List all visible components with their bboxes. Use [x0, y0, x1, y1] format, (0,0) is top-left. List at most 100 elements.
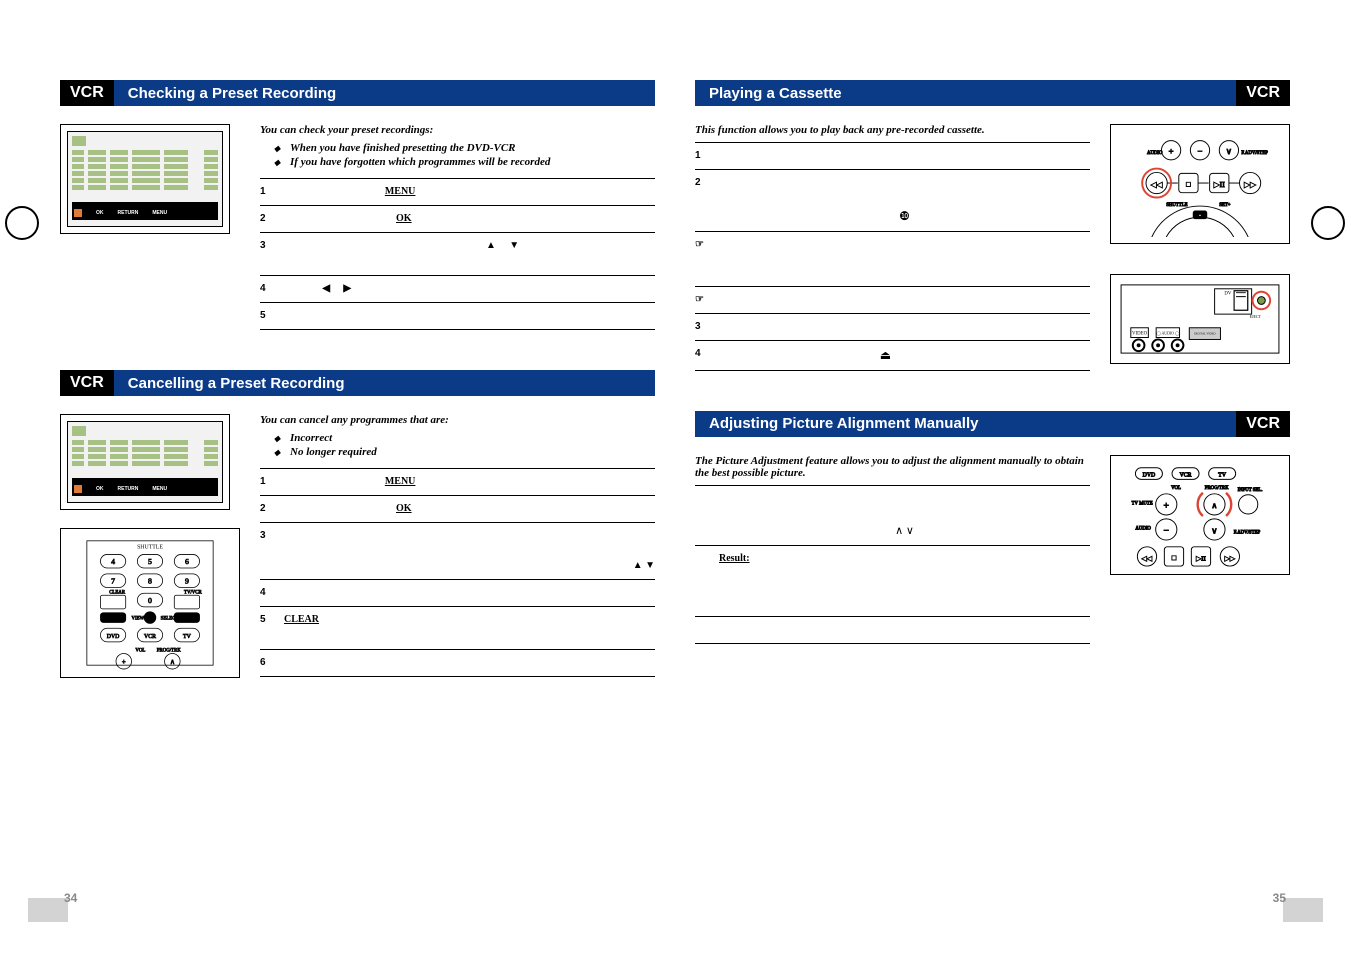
bullet: No longer required — [290, 446, 655, 458]
svg-text:■: ■ — [1171, 552, 1176, 562]
svg-text:TV/VCR: TV/VCR — [184, 590, 203, 595]
svg-text:+: + — [1169, 146, 1174, 156]
intro-alignment: The Picture Adjustment feature allows yo… — [695, 455, 1090, 479]
page-number-right: 35 — [1273, 891, 1286, 905]
vcr-tag: VCR — [60, 370, 114, 396]
vcr-tag: VCR — [60, 80, 114, 106]
osd-menu: MENU — [152, 210, 167, 216]
bullets-cancelling: Incorrect No longer required — [290, 432, 655, 458]
svg-text:−: − — [1198, 146, 1203, 156]
intro-cancelling: You can cancel any programmes that are: — [260, 414, 655, 426]
svg-text:VCR: VCR — [144, 634, 156, 640]
binder-hole-left — [5, 206, 39, 240]
page-edge-left — [28, 898, 68, 922]
close-icon — [74, 209, 82, 217]
vcr-icon: DV EJECT VIDEO ◯ AUDIO ◯ DIGITAL VIDEO — [1117, 281, 1283, 357]
step: 4Press the ◀ or ▶ buttons to check setti… — [260, 275, 655, 302]
svg-text:F.ADV/STEP: F.ADV/STEP — [1241, 151, 1268, 156]
svg-text:▶II: ▶II — [1196, 555, 1206, 562]
svg-text:AUDIO: AUDIO — [1147, 151, 1163, 156]
svg-text:▶II: ▶II — [1214, 180, 1225, 189]
svg-text:4: 4 — [111, 557, 115, 566]
remote-top-figure: + − ∨ AUDIO F.ADV/STEP ◀◀ ■ ▶II ▶▶ — [1110, 124, 1290, 244]
vcr-front-figure: DV EJECT VIDEO ◯ AUDIO ◯ DIGITAL VIDEO — [1110, 274, 1290, 364]
page-edge-right — [1283, 898, 1323, 922]
osd-menu: MENU — [152, 486, 167, 492]
remote-trk-icon: DVD VCR TV VOLPROG/TRK TV MUTE + ∧ INPUT… — [1117, 462, 1283, 568]
page-right: VCR Playing a Cassette This function all… — [695, 80, 1290, 875]
svg-text:∧: ∧ — [1211, 500, 1217, 510]
binder-hole-right — [1311, 206, 1345, 240]
svg-text:▶▶: ▶▶ — [1244, 180, 1257, 189]
osd-ok: OK — [96, 210, 104, 216]
section-playing: This function allows you to play back an… — [695, 124, 1290, 371]
step: 3Press the ■ button to stop the cassette… — [695, 313, 1090, 340]
svg-text:TV MUTE: TV MUTE — [1132, 501, 1153, 506]
step: 2Press the OK or ❿ buttons. OK — [260, 205, 655, 232]
svg-text:DVD: DVD — [107, 634, 120, 640]
titlebar-checking: VCR Checking a Preset Recording — [60, 80, 655, 106]
titlebar-alignment: VCR Adjusting Picture Alignment Manually — [695, 411, 1290, 437]
step: 2Press the OK or ❿ buttons. OK — [260, 495, 655, 522]
svg-text:CLEAR: CLEAR — [109, 590, 126, 595]
svg-text:8: 8 — [148, 577, 152, 586]
bullet: If you have forgotten which programmes w… — [290, 156, 655, 168]
titlebar-playing: VCR Playing a Cassette — [695, 80, 1290, 106]
svg-text:VOL: VOL — [1171, 486, 1181, 491]
osd-ok: OK — [96, 486, 104, 492]
close-icon — [74, 485, 82, 493]
content-cancelling: You can cancel any programmes that are: … — [260, 414, 655, 678]
step: 3Press the ▲ or ▼ buttons to select TIME… — [260, 522, 655, 579]
step: Result:◆ The tracking bar appears. ◆ The… — [695, 545, 1090, 616]
remote-figure: SHUTTLE 4 5 6 7 8 9 CLEAR 0 TV/VCR — [60, 528, 240, 678]
svg-text:PROG/TRK: PROG/TRK — [157, 649, 181, 654]
svg-text:DV: DV — [1224, 292, 1232, 297]
svg-text:SHUTTLE: SHUTTLE — [1166, 203, 1187, 208]
intro-playing: This function allows you to play back an… — [695, 124, 1090, 136]
svg-text:6: 6 — [185, 557, 189, 566]
figs-playing: + − ∨ AUDIO F.ADV/STEP ◀◀ ■ ▶II ▶▶ — [1110, 124, 1290, 371]
svg-text:AUDIO: AUDIO — [1135, 526, 1151, 531]
svg-text:◯ AUDIO ◯: ◯ AUDIO ◯ — [1156, 331, 1180, 336]
svg-text:▲: ▲ — [1197, 213, 1203, 219]
step: 4Press the ▲ or ▼ buttons to select the … — [260, 579, 655, 606]
title-playing: Playing a Cassette — [695, 80, 1236, 106]
step: 3Select TIMER PROGRAMMING by pressing th… — [260, 232, 655, 275]
svg-text:∨: ∨ — [1226, 146, 1232, 156]
osd-return: RETURN — [118, 486, 139, 492]
page-number-left: 34 — [64, 891, 77, 905]
step: 1Switch on both the television and your … — [695, 142, 1090, 169]
step: 5CLEAR button erases all recording infor… — [260, 606, 655, 649]
svg-text:0: 0 — [148, 596, 152, 605]
svg-text:◀◀: ◀◀ — [1151, 180, 1164, 189]
svg-text:∨: ∨ — [1211, 525, 1217, 535]
step: 4Press the ⏏ button to eject the cassett… — [695, 340, 1090, 371]
step: ☞When a tape is loaded, the tape positio… — [695, 231, 1090, 286]
step: When noise bars or streaks appear on pla… — [695, 485, 1090, 545]
intro-checking: You can check your preset recordings: — [260, 124, 655, 136]
osd-return: RETURN — [118, 210, 139, 216]
svg-text:F.ADV/STEP: F.ADV/STEP — [1234, 530, 1261, 535]
content-playing: This function allows you to play back an… — [695, 124, 1090, 371]
svg-text:◀◀: ◀◀ — [1142, 555, 1153, 562]
osd-cancelling: OK RETURN MENU — [60, 414, 230, 510]
content-checking: You can check your preset recordings: Wh… — [260, 124, 655, 330]
step: 6When you have finished, press the RETUR… — [260, 649, 655, 677]
section-checking: OK RETURN MENU You can check your preset… — [60, 124, 655, 330]
svg-text:DVD: DVD — [1143, 472, 1156, 478]
remote-buttons-icon: + − ∨ AUDIO F.ADV/STEP ◀◀ ■ ▶II ▶▶ — [1117, 131, 1283, 237]
svg-text:+: + — [1164, 500, 1169, 511]
svg-text:INPUT SEL.: INPUT SEL. — [1238, 488, 1263, 493]
figs-alignment: DVD VCR TV VOLPROG/TRK TV MUTE + ∧ INPUT… — [1110, 455, 1290, 644]
bullet: Incorrect — [290, 432, 655, 444]
vcr-tag: VCR — [1236, 80, 1290, 106]
svg-text:−: − — [1164, 525, 1169, 536]
svg-text:TV: TV — [183, 634, 192, 640]
svg-text:VOL: VOL — [135, 649, 145, 654]
page-left: VCR Checking a Preset Recording — [60, 80, 655, 875]
titlebar-cancelling: VCR Cancelling a Preset Recording — [60, 370, 655, 396]
figs-checking: OK RETURN MENU — [60, 124, 240, 330]
step: 1Press the MENU button. MENU — [260, 178, 655, 205]
eject-icon: ⏏ — [880, 348, 891, 362]
svg-text:+: + — [122, 659, 126, 666]
